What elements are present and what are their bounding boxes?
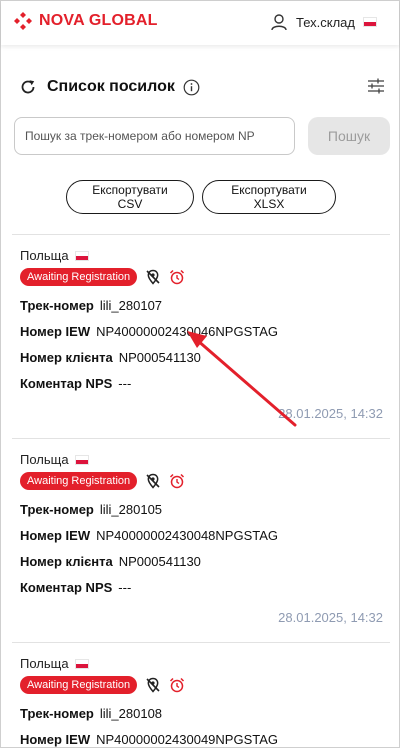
divider bbox=[12, 642, 390, 643]
field-value: NP000541130 bbox=[118, 554, 201, 569]
field-value: lili_280107 bbox=[99, 298, 163, 313]
field-label: Трек-номер bbox=[20, 298, 94, 313]
country-row: Польща bbox=[20, 656, 89, 671]
status-badge: Awaiting Registration bbox=[20, 268, 138, 286]
field-value: --- bbox=[118, 376, 132, 391]
user-menu[interactable]: Тех.склад bbox=[270, 13, 377, 31]
field-label: Трек-номер bbox=[20, 502, 94, 517]
client-number-field: Номер клієнта NP000541130 bbox=[20, 554, 201, 569]
parcel-date: 28.01.2025, 14:32 bbox=[278, 406, 383, 421]
nps-comment-field: Коментар NPS --- bbox=[20, 376, 131, 391]
field-label: Трек-номер bbox=[20, 706, 94, 721]
track-number-field: Трек-номер lili_280107 bbox=[20, 298, 162, 313]
field-label: Номер клієнта bbox=[20, 554, 113, 569]
poland-flag-icon bbox=[74, 454, 89, 465]
country-row: Польща bbox=[20, 248, 89, 263]
nova-logo-icon bbox=[14, 12, 32, 30]
field-value: NP40000002430046NPGSTAG bbox=[96, 324, 279, 339]
poland-flag-icon bbox=[363, 17, 377, 27]
parcel-date: 28.01.2025, 14:32 bbox=[278, 610, 383, 625]
parcel-card[interactable]: Польща Awaiting Registration Трек-номер l… bbox=[12, 248, 390, 436]
field-value: lili_280105 bbox=[99, 502, 163, 517]
field-label: Номер IEW bbox=[20, 732, 91, 747]
country-name: Польща bbox=[20, 248, 69, 263]
country-name: Польща bbox=[20, 452, 69, 467]
alarm-clock-icon bbox=[170, 269, 185, 285]
status-badge: Awaiting Registration bbox=[20, 472, 138, 490]
parcel-card[interactable]: Польща Awaiting Registration Трек-номер l… bbox=[12, 452, 390, 640]
no-location-icon bbox=[146, 677, 160, 693]
poland-flag-icon bbox=[74, 658, 89, 669]
info-icon[interactable] bbox=[183, 79, 200, 96]
top-bar: NOVA GLOBAL Тех.склад bbox=[1, 1, 399, 45]
search-button[interactable]: Пошук bbox=[308, 117, 390, 155]
divider bbox=[12, 438, 390, 439]
export-csv-button[interactable]: Експортувати CSV bbox=[66, 180, 194, 214]
field-value: lili_280108 bbox=[99, 706, 163, 721]
status-row: Awaiting Registration bbox=[20, 472, 185, 490]
no-location-icon bbox=[146, 473, 160, 489]
field-value: NP40000002430049NPGSTAG bbox=[96, 732, 279, 747]
field-label: Коментар NPS bbox=[20, 376, 113, 391]
logo[interactable]: NOVA GLOBAL bbox=[13, 11, 158, 31]
field-value: NP000541130 bbox=[118, 350, 201, 365]
field-value: --- bbox=[118, 580, 132, 595]
track-number-field: Трек-номер lili_280108 bbox=[20, 706, 162, 721]
search-input[interactable] bbox=[14, 117, 295, 155]
divider bbox=[12, 234, 390, 235]
track-number-field: Трек-номер lili_280105 bbox=[20, 502, 162, 517]
iew-number-field: Номер IEW NP40000002430049NPGSTAG bbox=[20, 732, 278, 747]
iew-number-field: Номер IEW NP40000002430048NPGSTAG bbox=[20, 528, 278, 543]
export-xlsx-button[interactable]: Експортувати XLSX bbox=[202, 180, 336, 214]
alarm-clock-icon bbox=[170, 677, 185, 693]
user-icon bbox=[271, 14, 287, 31]
no-location-icon bbox=[146, 269, 160, 285]
poland-flag-icon bbox=[74, 250, 89, 261]
alarm-clock-icon bbox=[170, 473, 185, 489]
country-name: Польща bbox=[20, 656, 69, 671]
nps-comment-field: Коментар NPS --- bbox=[20, 580, 131, 595]
field-label: Коментар NPS bbox=[20, 580, 113, 595]
refresh-icon[interactable] bbox=[19, 78, 37, 96]
client-number-field: Номер клієнта NP000541130 bbox=[20, 350, 201, 365]
field-label: Номер IEW bbox=[20, 324, 91, 339]
iew-number-field: Номер IEW NP40000002430046NPGSTAG bbox=[20, 324, 278, 339]
user-label: Тех.склад bbox=[295, 14, 355, 30]
brand-name: NOVA GLOBAL bbox=[39, 12, 158, 29]
status-row: Awaiting Registration bbox=[20, 268, 185, 286]
status-row: Awaiting Registration bbox=[20, 676, 185, 694]
field-label: Номер клієнта bbox=[20, 350, 113, 365]
field-label: Номер IEW bbox=[20, 528, 91, 543]
filter-settings-icon[interactable] bbox=[367, 77, 385, 95]
status-badge: Awaiting Registration bbox=[20, 676, 138, 694]
field-value: NP40000002430048NPGSTAG bbox=[96, 528, 279, 543]
page-title: Список посилок bbox=[47, 78, 175, 95]
title-row: Список посилок bbox=[19, 75, 385, 99]
country-row: Польща bbox=[20, 452, 89, 467]
parcel-card[interactable]: Польща Awaiting Registration Трек-номер l… bbox=[12, 656, 390, 748]
